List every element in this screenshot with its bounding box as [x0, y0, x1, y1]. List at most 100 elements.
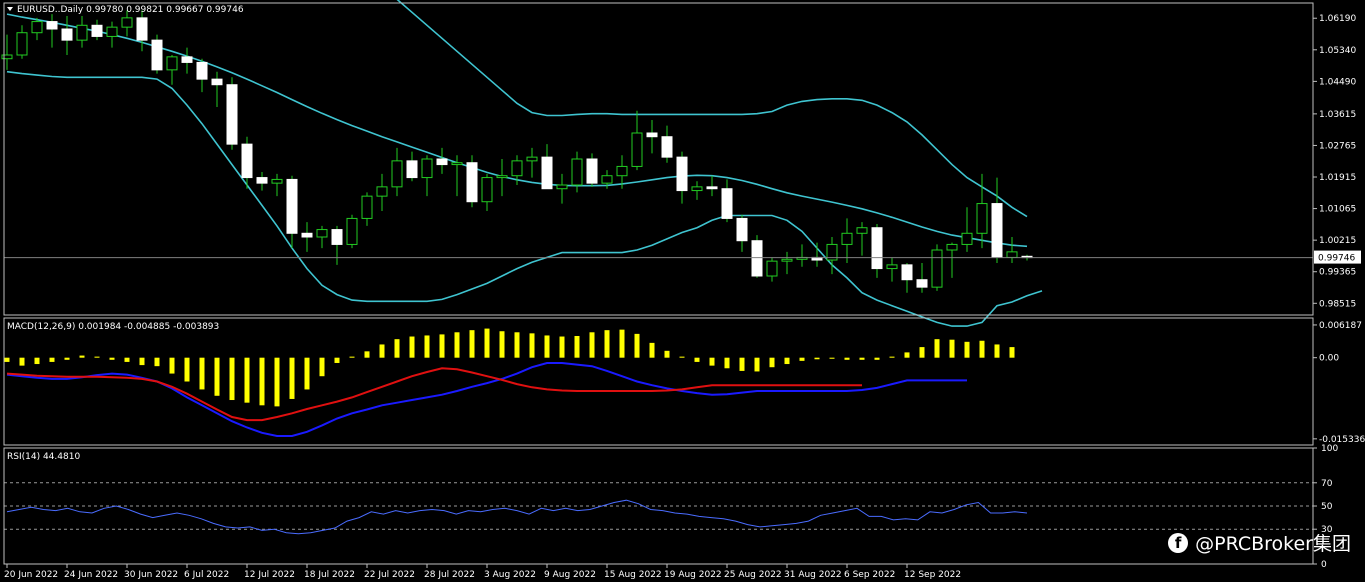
x-tick-label: 12 Sep 2022: [904, 570, 961, 580]
candle-body: [766, 260, 778, 277]
macd-histogram-bar: [634, 333, 640, 358]
macd-histogram-bar: [19, 357, 25, 366]
rsi-y-tick-label: 50: [1321, 502, 1333, 512]
macd-histogram-bar: [994, 344, 1000, 358]
candle-body: [121, 17, 133, 28]
candle-body: [931, 249, 943, 288]
axes: 1.06190 1.05340 1.04490 1.03615 1.02765 1.019…: [3, 2, 1365, 580]
rsi-y-tick-label: 0: [1321, 560, 1327, 570]
macd-y-tick-label: 0.006187: [1319, 321, 1362, 331]
candle-body: [271, 178, 283, 184]
macd-histogram-bar: [109, 357, 115, 360]
candle-body: [301, 232, 313, 238]
candle-body: [721, 188, 733, 219]
candle-body: [346, 217, 358, 245]
macd-histogram-bar: [904, 352, 910, 358]
macd-histogram-bar: [394, 339, 400, 358]
macd-histogram-bar: [589, 332, 595, 358]
macd-histogram-bar: [844, 357, 850, 360]
price-panel[interactable]: [1, 0, 1313, 327]
candle-body: [571, 158, 583, 186]
macd-histogram-bar: [889, 356, 895, 358]
price-y-tick-label: 1.00215: [1319, 236, 1356, 246]
rsi-panel-title: RSI(14) 44.4810: [7, 452, 80, 462]
macd-histogram-bar: [814, 357, 820, 360]
candle-body: [61, 28, 73, 41]
candle-body: [226, 84, 238, 145]
candle-body: [646, 132, 658, 138]
x-tick-label: 15 Aug 2022: [604, 570, 662, 580]
macd-histogram-bar: [664, 350, 670, 358]
candle-body: [631, 132, 643, 167]
candle-body: [661, 136, 673, 158]
macd-histogram-bar: [94, 356, 100, 358]
candle-body: [541, 156, 553, 190]
price-y-tick-label: 1.01065: [1319, 205, 1356, 215]
candle-body: [106, 26, 118, 37]
candle-body: [586, 158, 598, 184]
macd-histogram-bar: [919, 347, 925, 358]
macd-histogram-bar: [154, 357, 160, 367]
macd-histogram-bar: [349, 356, 355, 358]
candle-body: [211, 78, 223, 86]
rsi-y-tick-label: 70: [1321, 479, 1333, 489]
macd-histogram-bar: [319, 357, 325, 377]
candle-body: [481, 177, 493, 203]
macd-histogram-bar: [1009, 347, 1015, 358]
rsi-panel[interactable]: [4, 482, 1313, 535]
candle-body: [511, 160, 523, 177]
last-price-label: 0.99746: [1318, 254, 1355, 264]
candle-body: [556, 184, 568, 190]
candle-body: [526, 156, 538, 162]
macd-histogram-bar: [439, 334, 445, 358]
watermark: f @PRCBroker集团: [1168, 529, 1351, 556]
candle-body: [466, 162, 478, 203]
candle-body: [16, 32, 28, 56]
price-panel-title: EURUSD..Daily 0.99780 0.99821 0.99667 0.…: [17, 5, 244, 15]
candle-body: [196, 61, 208, 80]
macd-histogram-bar: [499, 331, 505, 358]
trading-chart[interactable]: 1.06190 1.05340 1.04490 1.03615 1.02765 1.019…: [0, 0, 1365, 582]
candle-body: [421, 158, 433, 179]
candle-body: [391, 160, 403, 188]
candle-body: [916, 279, 928, 288]
macd-histogram-bar: [619, 329, 625, 358]
macd-histogram-bar: [199, 357, 205, 390]
macd-histogram-bar: [64, 357, 70, 360]
macd-histogram-bar: [454, 332, 460, 358]
x-tick-label: 18 Jul 2022: [304, 570, 355, 580]
candle-body: [1006, 251, 1018, 258]
macd-y-tick-label: 0.00: [1319, 354, 1339, 364]
candle-body: [886, 264, 898, 270]
macd-histogram-bar: [289, 357, 295, 399]
facebook-icon: f: [1168, 532, 1189, 553]
macd-histogram-bar: [679, 356, 685, 358]
macd-histogram-bar: [304, 357, 310, 390]
macd-histogram-bar: [274, 357, 280, 407]
macd-panel[interactable]: [4, 328, 1015, 437]
macd-histogram-bar: [649, 342, 655, 358]
macd-histogram-bar: [424, 335, 430, 358]
candle-body: [841, 232, 853, 245]
macd-histogram-bar: [124, 357, 130, 362]
macd-histogram-bar: [184, 357, 190, 382]
macd-histogram-bar: [829, 357, 835, 359]
candle-body: [316, 229, 328, 238]
macd-histogram-bar: [934, 339, 940, 358]
candle-body: [781, 258, 793, 262]
candle-body: [961, 232, 973, 245]
macd-histogram-bar: [604, 330, 610, 358]
candle-body: [991, 203, 1003, 258]
collapse-triangle-icon: [7, 7, 13, 11]
x-tick-label: 9 Aug 2022: [544, 570, 596, 580]
macd-histogram-bar: [859, 357, 865, 360]
macd-histogram-bar: [964, 341, 970, 358]
candle-body: [406, 160, 418, 179]
candle-body: [256, 177, 268, 184]
macd-histogram-bar: [169, 357, 175, 374]
candle-body: [46, 21, 58, 30]
macd-histogram-bar: [214, 357, 220, 396]
macd-histogram-bar: [724, 357, 730, 369]
candle-body: [751, 240, 763, 277]
macd-histogram-bar: [379, 344, 385, 358]
